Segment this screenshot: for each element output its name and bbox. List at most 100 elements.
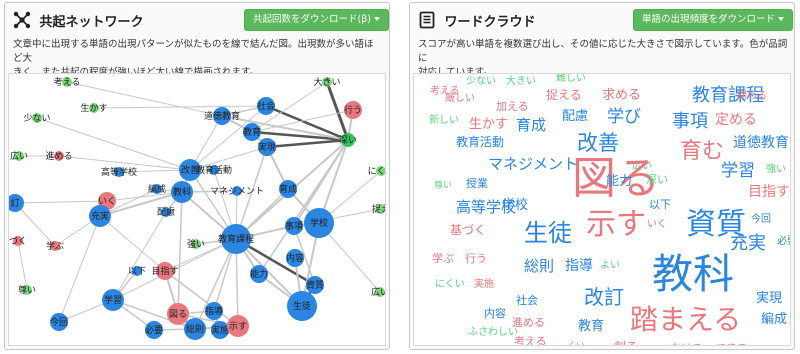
word-cloud-word: 関わる [737, 90, 767, 102]
network-node[interactable]: 高等学校 [101, 166, 137, 178]
caret-down-icon [373, 17, 380, 21]
panel-header: ワードクラウド 単語の出現頻度をダウンロード [410, 3, 794, 37]
network-node[interactable]: 実現 [258, 138, 276, 156]
network-node[interactable]: 行う [344, 101, 362, 119]
network-node[interactable]: 捉え [372, 203, 386, 215]
word-cloud-word: マネジメント [488, 155, 578, 173]
network-node[interactable]: 進める [45, 150, 72, 162]
document-icon [419, 11, 435, 29]
network-node[interactable]: 生徒 [287, 291, 317, 321]
network-node-label: 学習 [104, 294, 122, 306]
word-cloud-word: 目指す [748, 184, 790, 200]
network-icon [13, 11, 31, 29]
network-node[interactable]: 学校 [304, 208, 334, 238]
network-node[interactable]: 事項 [285, 217, 303, 235]
network-node[interactable]: 広い [371, 286, 386, 298]
word-cloud-word: 学び [607, 107, 641, 127]
network-node[interactable]: 訂 [9, 194, 24, 212]
network-node-label: 実現 [258, 141, 276, 153]
network-edge [106, 191, 183, 202]
word-cloud-word: 総則 [524, 257, 554, 275]
word-cloud-word: 強い [766, 162, 786, 175]
network-node[interactable]: 社会 [257, 97, 275, 115]
word-cloud-word: 学習 [721, 161, 755, 181]
network-node-label: 捉え [372, 203, 386, 215]
network-node[interactable]: づく [9, 236, 27, 247]
network-node-label: 能力 [250, 268, 268, 280]
download-cooccurrence-label: 共起回数をダウンロード(β) [253, 14, 371, 25]
network-node[interactable]: 広い [10, 150, 28, 162]
word-cloud-word: 踏まえる [630, 303, 741, 336]
network-node[interactable]: 育成 [279, 180, 297, 198]
network-node[interactable]: 充実 [89, 205, 111, 227]
network-node-label: 道徳教育 [204, 110, 240, 122]
network-node-label: 今回 [50, 316, 68, 328]
word-cloud-word: 捉える [546, 87, 582, 102]
word-cloud-word: にくい [435, 278, 465, 290]
network-node-label: 広い [10, 150, 28, 162]
network-node[interactable]: 配慮 [157, 206, 175, 218]
network-node-label: 必要 [145, 324, 163, 336]
word-cloud-word: 求める [602, 88, 641, 103]
network-node[interactable]: マネジメント [210, 186, 264, 197]
word-cloud-word: 向ける [670, 341, 703, 346]
network-node[interactable]: 編成 [148, 183, 166, 195]
network-node[interactable]: 学習 [102, 289, 124, 311]
word-cloud-word: 能力 [606, 174, 632, 189]
word-cloud-word: 厳しい [445, 91, 475, 104]
network-node-label: 内容 [286, 252, 304, 264]
network-node[interactable]: 少ない [23, 113, 51, 124]
download-word-frequency-button[interactable]: 単語の出現頻度をダウンロード [633, 9, 794, 31]
network-node[interactable]: 内容 [286, 249, 304, 267]
network-node-label: 広い [371, 286, 386, 298]
network-node[interactable]: 考える [54, 77, 81, 88]
network-node[interactable]: 実施 [211, 321, 229, 339]
download-word-frequency-label: 単語の出現頻度をダウンロード [642, 14, 776, 25]
network-node[interactable]: 総則 [184, 318, 206, 340]
network-node-label: 教科 [173, 186, 191, 198]
network-node[interactable]: 尊い [18, 284, 36, 296]
network-edge [99, 215, 166, 272]
network-node[interactable]: 図る [167, 303, 189, 325]
network-node-label: 総則 [186, 323, 204, 335]
network-edge [14, 200, 108, 204]
network-node[interactable]: 示す [227, 315, 249, 337]
network-node-label: 少ない [23, 113, 50, 124]
word-cloud-word: 以下 [649, 198, 671, 211]
network-node[interactable]: にくい [368, 166, 386, 177]
network-node-label: 高等学校 [101, 166, 137, 178]
network-node[interactable]: 資質 [306, 276, 324, 294]
network-node[interactable]: 能力 [250, 265, 268, 283]
word-cloud-word: 難しい [556, 74, 586, 84]
panel-title: ワードクラウド [418, 11, 536, 30]
download-cooccurrence-button[interactable]: 共起回数をダウンロード(β) [244, 9, 389, 31]
network-node-label: 尊い [18, 284, 36, 296]
network-node-label: 学ぶ [46, 240, 64, 252]
word-cloud-panel: ワードクラウド 単語の出現頻度をダウンロード スコアが高い単語を複数選び出し、そ… [409, 2, 795, 350]
network-node[interactable]: 指導 [205, 302, 223, 320]
network-edge [58, 215, 101, 323]
word-cloud-word: よい [600, 259, 620, 271]
network-node[interactable]: 強い [187, 238, 205, 250]
network-node[interactable]: 教科 [171, 181, 193, 203]
network-node[interactable]: 教育活動 [196, 164, 232, 176]
word-cloud-word: 充実 [730, 233, 766, 254]
word-cloud-word: 改訂 [584, 285, 624, 309]
caret-down-icon [778, 17, 785, 21]
network-node[interactable]: 以下 [128, 266, 146, 277]
network-edge [17, 240, 28, 291]
network-node-label: 以下 [128, 267, 146, 277]
network-node[interactable]: 深い [339, 133, 357, 147]
panel-header: 共起ネットワーク 共起回数をダウンロード(β) [5, 3, 389, 37]
word-cloud-word: 大きい [506, 74, 536, 87]
cooccurrence-network[interactable]: 考える 大きい 行う 生かす 少ない 社会 道徳教育 深い 教育 実現 広い 進める 高等学校 改善 教育活… [8, 73, 386, 346]
network-node[interactable]: 教育 [243, 123, 261, 141]
network-node[interactable]: 生かす [80, 102, 107, 114]
word-cloud-word: 社会 [516, 293, 538, 307]
network-node[interactable]: 今回 [50, 313, 68, 331]
word-cloud-word: 道徳教育 [733, 135, 789, 151]
network-node[interactable]: 学ぶ [46, 240, 64, 252]
word-cloud-word: 行う [465, 252, 487, 265]
network-node[interactable]: 必要 [145, 321, 163, 339]
network-node[interactable]: 大きい [313, 76, 340, 88]
